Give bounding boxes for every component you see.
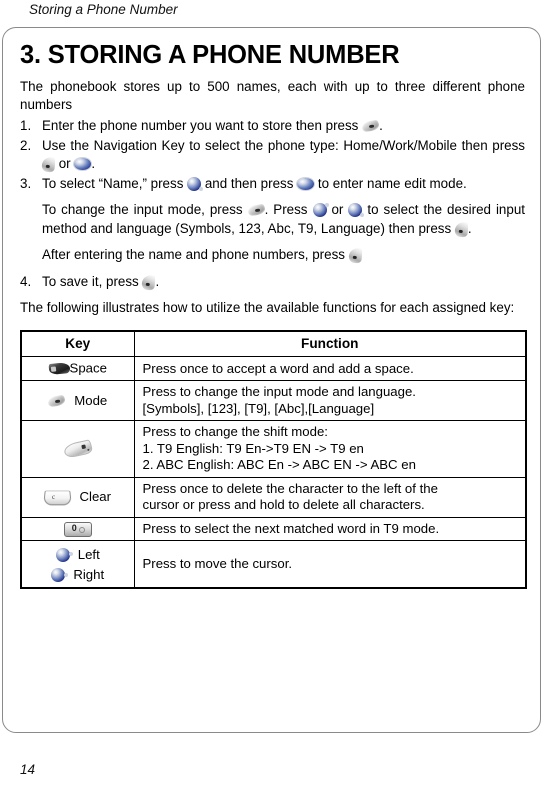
nav-left-icon	[55, 547, 73, 562]
function-cell-clear: Press once to delete the character to th…	[133, 476, 527, 518]
function-line: Press to select the next matched word in…	[142, 520, 440, 536]
list-number: 4.	[20, 274, 32, 289]
softkey-up-icon	[454, 221, 469, 238]
nav-right-icon	[51, 567, 69, 582]
function-line: 2. ABC English: ABC En -> ABC EN -> ABC …	[142, 457, 416, 473]
table-row: Mode Press to change the input mode and …	[20, 380, 527, 422]
following-paragraph: The following illustrates how to utilize…	[20, 299, 515, 315]
table-row: Left Right Press to move the cursor.	[20, 540, 527, 589]
running-header: Storing a Phone Number	[29, 2, 178, 17]
list-number: 1.	[20, 118, 32, 133]
key-cell-left-right: Left Right	[20, 540, 135, 589]
step1-text-a: Enter the phone number you want to store…	[42, 118, 363, 133]
instruction-list: 1. Enter the phone number you want to st…	[20, 117, 525, 292]
nav-down-icon	[187, 176, 204, 191]
step4-text-b: .	[155, 274, 160, 289]
list-text: Use the Navigation Key to select the pho…	[41, 137, 525, 174]
softkey-up-icon	[141, 274, 157, 291]
key-cell-clear: Clear	[20, 476, 135, 518]
key-cell-space: Space	[20, 356, 135, 382]
key-cell-zero	[20, 516, 135, 542]
column-header-function: Function	[133, 330, 527, 358]
after-entering-paragraph: After entering the name and phone number…	[42, 245, 525, 264]
list-number: 3.	[20, 175, 32, 191]
function-line: 1. T9 English: T9 En->T9 EN -> T9 en	[142, 440, 364, 456]
softkey-left-icon	[47, 394, 66, 408]
input-mode-text-b: . Press	[264, 202, 313, 217]
step3-text-c: to enter name edit mode.	[314, 175, 467, 191]
key-cell-mode: Mode	[20, 380, 135, 422]
softkey-up-icon	[347, 247, 363, 264]
zero-key-icon	[63, 521, 92, 537]
step3-text-b: and then press	[201, 175, 298, 191]
nav-down-icon	[348, 203, 365, 218]
input-mode-text-c: or	[326, 202, 349, 217]
table-row: Clear Press once to delete the character…	[20, 476, 527, 518]
after-entering-text: After entering the name and phone number…	[42, 247, 349, 262]
step2-text-a: Use the Navigation Key to select the pho…	[42, 137, 525, 153]
key-label: Left	[77, 547, 100, 563]
step3-text-a: To select “Name,” press	[42, 175, 188, 191]
function-cell-left-right: Press to move the cursor.	[133, 540, 527, 589]
table-row: Space Press once to accept a word and ad…	[20, 356, 527, 382]
space-key-icon	[48, 362, 71, 376]
function-cell-shift: Press to change the shift mode: 1. T9 En…	[133, 420, 527, 478]
function-cell-zero: Press to select the next matched word in…	[133, 516, 527, 542]
function-line: [Symbols], [123], [T9], [Abc],[Language]	[142, 400, 375, 416]
list-item: 2. Use the Navigation Key to select the …	[20, 137, 525, 174]
page-title: 3. STORING A PHONE NUMBER	[20, 41, 400, 69]
function-cell-space: Press once to accept a word and add a sp…	[133, 356, 527, 382]
function-cell-mode: Press to change the input mode and langu…	[133, 380, 527, 422]
list-item: 3. To select “Name,” press and then pres…	[20, 175, 525, 194]
key-label: Right	[73, 567, 105, 583]
nav-up-icon	[312, 203, 329, 218]
step1-text-b: .	[379, 118, 383, 133]
function-line: Press once to accept a word and add a sp…	[142, 360, 414, 376]
list-item: 4. To save it, press .	[20, 273, 525, 292]
column-header-key: Key	[20, 330, 135, 358]
key-label: Mode	[74, 392, 108, 408]
page-content: 3. STORING A PHONE NUMBER The phonebook …	[20, 40, 527, 590]
table-row: Press to change the shift mode: 1. T9 En…	[20, 420, 527, 478]
softkey-left-icon	[246, 204, 266, 217]
key-label: Space	[69, 360, 107, 376]
function-line: Press to change the shift mode:	[142, 424, 328, 440]
key-cell-shift	[20, 420, 135, 478]
key-label: Clear	[79, 489, 111, 505]
clear-key-icon	[43, 490, 73, 506]
function-line: Press to move the cursor.	[142, 555, 293, 571]
nav-ok-icon	[297, 177, 315, 190]
table-header-row: Key Function	[20, 330, 527, 358]
key-function-table: Key Function Space Press once to accept …	[20, 329, 527, 590]
key-right-row: Right	[28, 564, 128, 584]
step2-text-b: or	[55, 156, 75, 171]
shift-key-icon	[62, 439, 93, 459]
list-text: To save it, press .	[42, 273, 525, 292]
table-row: Press to select the next matched word in…	[20, 516, 527, 542]
page-number: 14	[20, 762, 36, 777]
intro-paragraph: The phonebook stores up to 500 names, ea…	[20, 79, 525, 112]
list-item: 1. Enter the phone number you want to st…	[20, 117, 525, 136]
key-left-row: Left	[28, 544, 128, 564]
softkey-left-icon	[361, 120, 380, 133]
function-line: Press to change the input mode and langu…	[142, 384, 416, 400]
list-number: 2.	[20, 137, 32, 153]
function-line: cursor or press and hold to delete all c…	[142, 497, 425, 513]
softkey-up-icon	[41, 156, 56, 173]
nav-ok-icon	[74, 158, 92, 171]
input-mode-text-a: To change the input mode, press	[42, 202, 248, 217]
list-text: To select “Name,” press and then press t…	[42, 175, 525, 194]
step4-text-a: To save it, press	[42, 274, 143, 289]
list-text: Enter the phone number you want to store…	[42, 117, 525, 136]
step2-text-c: .	[91, 156, 96, 171]
input-mode-text-e: .	[467, 221, 472, 236]
input-mode-paragraph: To change the input mode, press . Press …	[42, 200, 525, 238]
function-line: Press once to delete the character to th…	[142, 480, 438, 496]
